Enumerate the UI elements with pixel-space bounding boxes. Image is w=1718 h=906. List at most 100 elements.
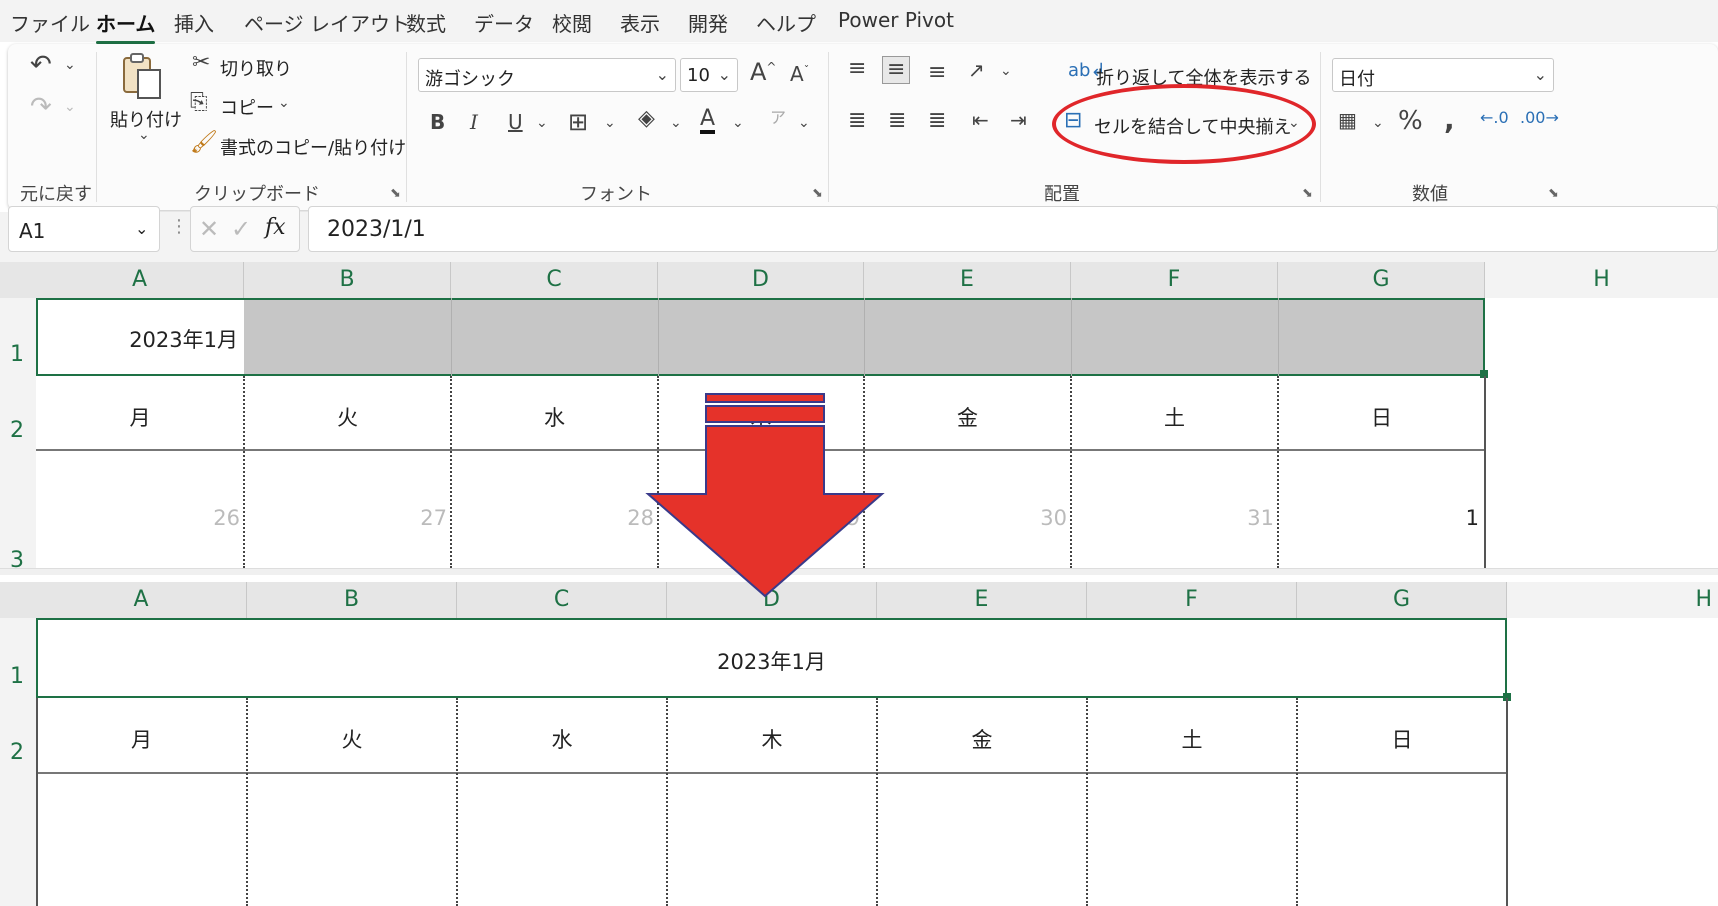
weekday-cell[interactable]: 火: [247, 698, 457, 774]
column-header-g[interactable]: G: [1297, 582, 1507, 618]
accounting-dropdown-icon[interactable]: ⌄: [1372, 116, 1384, 130]
column-header-b[interactable]: B: [244, 262, 451, 298]
fill-color-dropdown-icon[interactable]: ⌄: [670, 116, 682, 130]
alignment-launcher-icon[interactable]: ⬊: [1302, 186, 1313, 201]
tab-formulas[interactable]: 数式: [406, 8, 446, 37]
row-header-3[interactable]: 3: [0, 450, 36, 568]
paste-icon[interactable]: [120, 52, 164, 102]
orientation-icon[interactable]: ↗: [968, 60, 985, 80]
font-color-icon[interactable]: A: [700, 108, 716, 134]
italic-button[interactable]: I: [470, 112, 478, 132]
tab-review[interactable]: 校閲: [552, 8, 592, 37]
column-header-g[interactable]: G: [1278, 262, 1485, 298]
date-cell[interactable]: 26: [36, 450, 244, 568]
decrease-font-icon[interactable]: Aˇ: [790, 64, 809, 84]
date-cell[interactable]: 1: [1278, 450, 1485, 568]
weekday-cell[interactable]: 日: [1297, 698, 1507, 774]
borders-icon[interactable]: ⊞: [568, 110, 588, 134]
weekday-cell[interactable]: 水: [451, 376, 658, 450]
tab-help[interactable]: ヘルプ: [756, 8, 816, 37]
date-cell[interactable]: 28: [451, 450, 658, 568]
column-header-e[interactable]: E: [877, 582, 1087, 618]
date-cell[interactable]: 27: [244, 450, 451, 568]
underline-button[interactable]: U: [508, 112, 523, 132]
accounting-format-icon[interactable]: ▦: [1338, 110, 1357, 130]
undo-icon[interactable]: ↶: [30, 52, 52, 78]
tab-developer[interactable]: 開発: [688, 8, 728, 37]
cut-button[interactable]: 切り取り: [220, 55, 292, 81]
align-left-icon[interactable]: ≣: [848, 110, 866, 132]
align-bottom-icon[interactable]: ≡: [928, 62, 946, 84]
date-cell[interactable]: 30: [864, 450, 1071, 568]
tab-file[interactable]: ファイル: [10, 8, 90, 37]
format-painter-icon[interactable]: 🖌: [190, 132, 218, 154]
decrease-indent-icon[interactable]: ⇤: [972, 110, 989, 130]
increase-font-icon[interactable]: A^: [750, 60, 776, 84]
column-header-f[interactable]: F: [1087, 582, 1297, 618]
column-header-f[interactable]: F: [1071, 262, 1278, 298]
insert-function-icon[interactable]: fx: [265, 215, 286, 240]
underline-dropdown-icon[interactable]: ⌄: [536, 116, 548, 130]
merged-cell-a1-g1[interactable]: 2023年1月: [36, 618, 1507, 698]
tab-power-pivot[interactable]: Power Pivot: [838, 8, 954, 32]
phonetic-icon[interactable]: ア: [770, 110, 786, 126]
align-center-icon[interactable]: ≣: [888, 110, 906, 132]
weekday-cell[interactable]: 金: [877, 698, 1087, 774]
formula-input[interactable]: 2023/1/1: [308, 206, 1718, 252]
weekday-cell[interactable]: 火: [244, 376, 451, 450]
font-color-dropdown-icon[interactable]: ⌄: [732, 116, 744, 130]
weekday-cell[interactable]: 木: [667, 698, 877, 774]
more-options-icon[interactable]: ⋮: [170, 216, 188, 237]
tab-data[interactable]: データ: [474, 8, 534, 37]
font-launcher-icon[interactable]: ⬊: [812, 186, 823, 201]
column-header-c[interactable]: C: [451, 262, 658, 298]
weekday-cell[interactable]: 日: [1278, 376, 1485, 450]
select-all-corner[interactable]: [0, 582, 36, 618]
copy-dropdown-icon[interactable]: ⌄: [278, 96, 290, 110]
bold-button[interactable]: B: [430, 112, 445, 132]
column-header-d[interactable]: D: [658, 262, 864, 298]
weekday-cell[interactable]: 土: [1071, 376, 1278, 450]
tab-view[interactable]: 表示: [620, 8, 660, 37]
cancel-icon[interactable]: ✕: [199, 215, 219, 243]
column-header-c[interactable]: C: [457, 582, 667, 618]
row-header-2[interactable]: 2: [0, 376, 36, 450]
undo-dropdown-icon[interactable]: ⌄: [64, 58, 76, 72]
cell-a1[interactable]: 2023年1月: [36, 298, 244, 376]
fill-color-icon[interactable]: ◈: [638, 108, 655, 130]
weekday-cell[interactable]: 月: [36, 376, 244, 450]
select-all-corner[interactable]: [0, 262, 36, 298]
borders-dropdown-icon[interactable]: ⌄: [604, 116, 616, 130]
column-header-a[interactable]: A: [36, 262, 244, 298]
copy-button[interactable]: コピー: [220, 94, 274, 120]
tab-insert[interactable]: 挿入: [174, 8, 214, 37]
redo-icon[interactable]: ↷: [30, 94, 52, 120]
weekday-cell[interactable]: 土: [1087, 698, 1297, 774]
format-painter-button[interactable]: 書式のコピー/貼り付け: [220, 134, 406, 160]
name-box[interactable]: A1 ⌄: [8, 206, 160, 252]
tab-home[interactable]: ホーム: [96, 8, 156, 44]
column-header-e[interactable]: E: [864, 262, 1071, 298]
font-size-select[interactable]: 10 ⌄: [680, 58, 738, 92]
row-header-1[interactable]: 1: [0, 618, 36, 698]
column-header-h[interactable]: H: [1507, 582, 1718, 618]
phonetic-dropdown-icon[interactable]: ⌄: [798, 116, 810, 130]
redo-dropdown-icon[interactable]: ⌄: [64, 100, 76, 114]
row-header-1[interactable]: 1: [0, 298, 36, 376]
align-top-icon[interactable]: ≡: [848, 58, 866, 80]
column-header-a[interactable]: A: [36, 582, 247, 618]
copy-icon[interactable]: ⎘: [190, 92, 208, 114]
clipboard-launcher-icon[interactable]: ⬊: [390, 186, 401, 201]
date-cell[interactable]: 31: [1071, 450, 1278, 568]
number-format-select[interactable]: 日付 ⌄: [1332, 58, 1554, 92]
column-header-h[interactable]: H: [1485, 262, 1718, 298]
number-launcher-icon[interactable]: ⬊: [1548, 186, 1559, 201]
row-header-2[interactable]: 2: [0, 698, 36, 774]
paste-dropdown-icon[interactable]: ⌄: [138, 128, 150, 142]
scissors-icon[interactable]: ✂: [192, 52, 210, 74]
weekday-cell[interactable]: 水: [457, 698, 667, 774]
font-name-select[interactable]: 游ゴシック ⌄: [418, 58, 676, 92]
decrease-decimal-icon[interactable]: .00→: [1520, 110, 1559, 126]
comma-style-icon[interactable]: ,: [1444, 106, 1455, 134]
increase-indent-icon[interactable]: ⇥: [1010, 110, 1027, 130]
